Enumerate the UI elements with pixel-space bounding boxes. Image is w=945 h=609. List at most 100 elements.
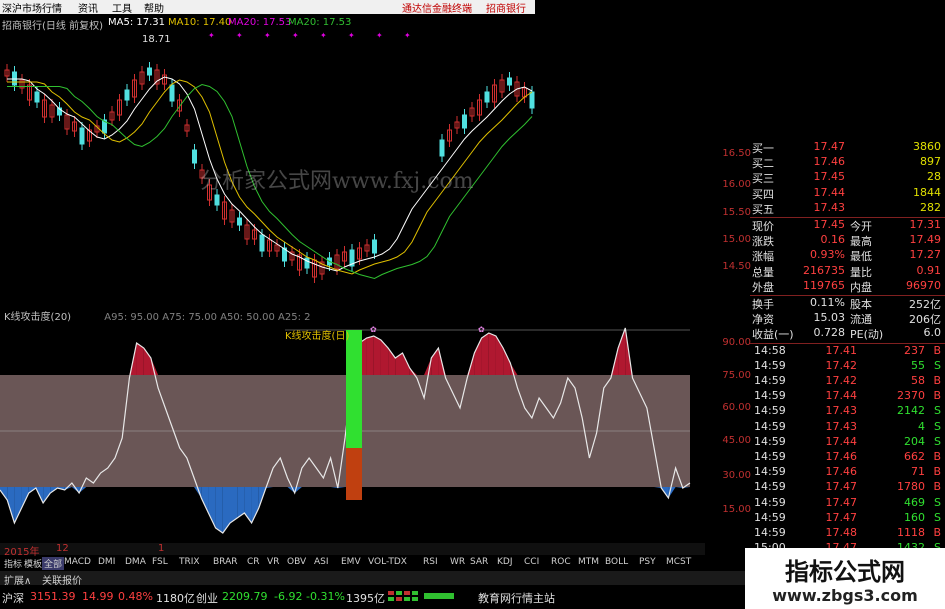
- tab-wr[interactable]: WR: [448, 557, 467, 567]
- book-price: 17.47: [813, 140, 846, 153]
- tab-macd[interactable]: MACD: [62, 557, 93, 567]
- sh-amount: 1180亿: [156, 592, 195, 605]
- tab-psy[interactable]: PSY: [637, 557, 658, 567]
- tick-volume: 1118: [897, 526, 925, 539]
- ma5-label: MA5: 17.31: [108, 17, 166, 28]
- indicator-low-fill: [14, 487, 22, 523]
- tick-time: 14:59: [754, 450, 786, 463]
- indicator-high-fill: [373, 336, 381, 375]
- tab-kdj[interactable]: KDJ: [495, 557, 515, 567]
- cy-pct: -0.31%: [306, 590, 345, 603]
- book-label: 买三: [752, 172, 774, 186]
- tab-dma[interactable]: DMA: [123, 557, 148, 567]
- tab-mtm[interactable]: MTM: [576, 557, 601, 567]
- candle-body: [214, 194, 220, 206]
- order-book-row: 买二 17.46 897: [750, 155, 945, 170]
- link-cmb[interactable]: 招商银行: [486, 0, 526, 15]
- tab-cr[interactable]: CR: [245, 557, 262, 567]
- tab-sar[interactable]: SAR: [468, 557, 490, 567]
- book-volume: 3860: [913, 140, 941, 153]
- tick-time: 14:59: [754, 389, 786, 403]
- book-price: 17.43: [813, 200, 846, 214]
- stat-label: 最高: [850, 235, 872, 249]
- stat-label: 净资: [752, 313, 774, 327]
- stat-value: 17.27: [909, 248, 942, 262]
- indicator-low-fill: [330, 487, 338, 488]
- menu-item-market[interactable]: 深沪市场行情: [2, 0, 62, 15]
- watermark-url: www.zbgs3.com: [772, 586, 918, 605]
- book-label: 买五: [752, 202, 774, 216]
- kline-title-bar: 招商银行(日线 前复权) MA5: 17.31 MA10: 17.40 MA20…: [0, 17, 535, 32]
- tick-volume: 2370: [897, 389, 925, 403]
- price-tick: 14.50: [722, 261, 751, 272]
- tab-related-quote[interactable]: 关联报价: [42, 572, 82, 587]
- stat-value: 17.31: [909, 218, 942, 231]
- order-book-row: 买三 17.45 28: [750, 170, 945, 185]
- stat-row: 涨跌 0.16 最高 17.49: [750, 233, 945, 248]
- signal-marker-icon: ✿: [478, 325, 485, 334]
- order-book-row: 买一 17.47 3860: [750, 140, 945, 155]
- stat-value: 0.16: [820, 233, 846, 247]
- stat-value: 0.91: [916, 263, 942, 277]
- status-bar: 沪深 3151.39 14.99 0.48% 1180亿 创业 2209.79 …: [0, 586, 745, 609]
- signal-marker-icon: ✦: [208, 31, 215, 40]
- tick-time: 14:59: [754, 434, 786, 448]
- stat-value: 6.0: [923, 326, 942, 340]
- tab-dmi[interactable]: DMI: [96, 557, 117, 567]
- menu-item-help[interactable]: 帮助: [144, 0, 164, 15]
- menu-item-info[interactable]: 资讯: [78, 0, 98, 15]
- indicator-tick: 30.00: [722, 470, 751, 481]
- candle-body: [304, 257, 310, 269]
- tab-mcst[interactable]: MCST: [664, 557, 693, 567]
- signal-marker-icon: ✦: [264, 31, 271, 40]
- stat-label: 股本: [850, 298, 872, 311]
- overlay-watermark-text: 分析家公式网www.fxj.com: [200, 169, 474, 194]
- tab-模板[interactable]: 模板: [22, 557, 44, 570]
- tab-emv[interactable]: EMV: [339, 557, 363, 567]
- watermark-title: 指标公式网: [785, 558, 905, 586]
- tab-指标[interactable]: 指标: [2, 557, 24, 570]
- tick-price: 17.43: [825, 419, 858, 433]
- tick-volume: 204: [904, 434, 925, 448]
- date-axis: 2015年 12 1: [0, 543, 705, 558]
- site-watermark: 指标公式网 www.zbgs3.com: [745, 548, 945, 609]
- link-terminal[interactable]: 通达信金融终端: [402, 0, 472, 15]
- tab-obv[interactable]: OBV: [285, 557, 308, 567]
- stat-label: 内盘: [850, 280, 872, 294]
- book-label: 买二: [752, 157, 774, 171]
- indicator-high-fill: [618, 328, 626, 375]
- signal-marker-icon: ✿: [370, 325, 377, 334]
- stat-label: PE(动): [850, 328, 884, 342]
- stat-label: 今开: [850, 220, 872, 233]
- cy-amount: 1395亿: [346, 592, 385, 605]
- tab-fsl[interactable]: FSL: [150, 557, 170, 567]
- tab-vol-tdx[interactable]: VOL-TDX: [366, 557, 409, 567]
- tab-boll[interactable]: BOLL: [603, 557, 630, 567]
- tab-vr[interactable]: VR: [265, 557, 281, 567]
- signal-bar-green: [346, 330, 362, 448]
- stat-row: 总量 216735 量比 0.91: [750, 264, 945, 279]
- tab-expand[interactable]: 扩展∧: [4, 572, 31, 587]
- tab-rsi[interactable]: RSI: [421, 557, 440, 567]
- tab-brar[interactable]: BRAR: [211, 557, 239, 567]
- indicator-chart[interactable]: ✿ ✿: [0, 318, 705, 543]
- price-tick: 15.00: [722, 234, 751, 245]
- cy-change: -6.92: [274, 590, 303, 603]
- stat-label: 现价: [752, 220, 774, 233]
- tick-side: S: [934, 419, 941, 433]
- tick-volume: 2142: [897, 404, 925, 418]
- indicator-high-fill: [474, 338, 482, 375]
- server-name[interactable]: 教育网行情主站: [478, 590, 555, 606]
- tab-trix[interactable]: TRIX: [177, 557, 202, 567]
- candle-body: [79, 127, 85, 145]
- stat-row: 外盘 119765 内盘 96970: [750, 279, 945, 294]
- tick-row: 14:59 17.47 160 S: [750, 511, 945, 526]
- indicator-tick: 60.00: [722, 402, 751, 413]
- tab-asi[interactable]: ASI: [312, 557, 331, 567]
- tab-全部[interactable]: 全部: [42, 557, 65, 570]
- tick-time: 14:59: [754, 510, 786, 524]
- tab-roc[interactable]: ROC: [549, 557, 573, 567]
- tab-cci[interactable]: CCI: [522, 557, 541, 567]
- menu-item-tools[interactable]: 工具: [112, 0, 132, 15]
- tick-time: 14:59: [754, 526, 786, 539]
